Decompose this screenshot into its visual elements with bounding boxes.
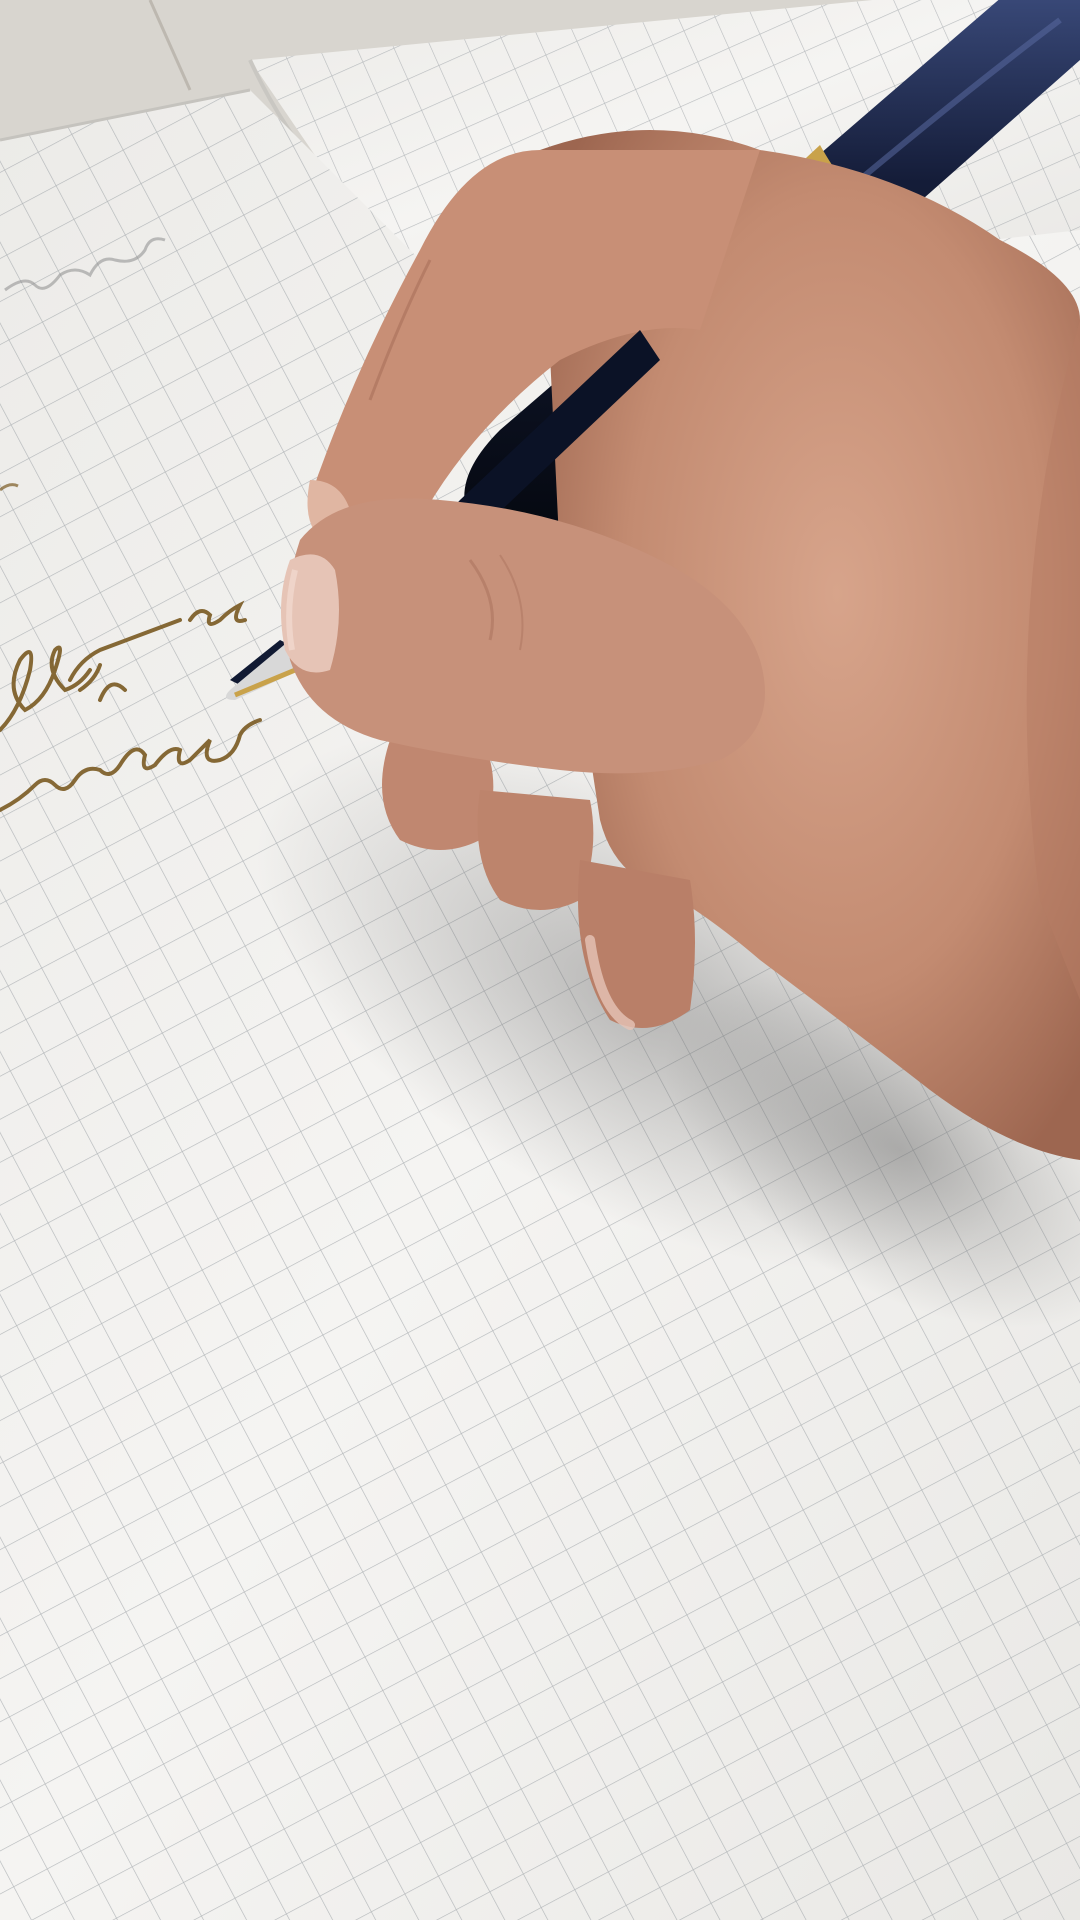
photo-scene [0,0,1080,1920]
notebook-photo-illustration [0,0,1080,1920]
